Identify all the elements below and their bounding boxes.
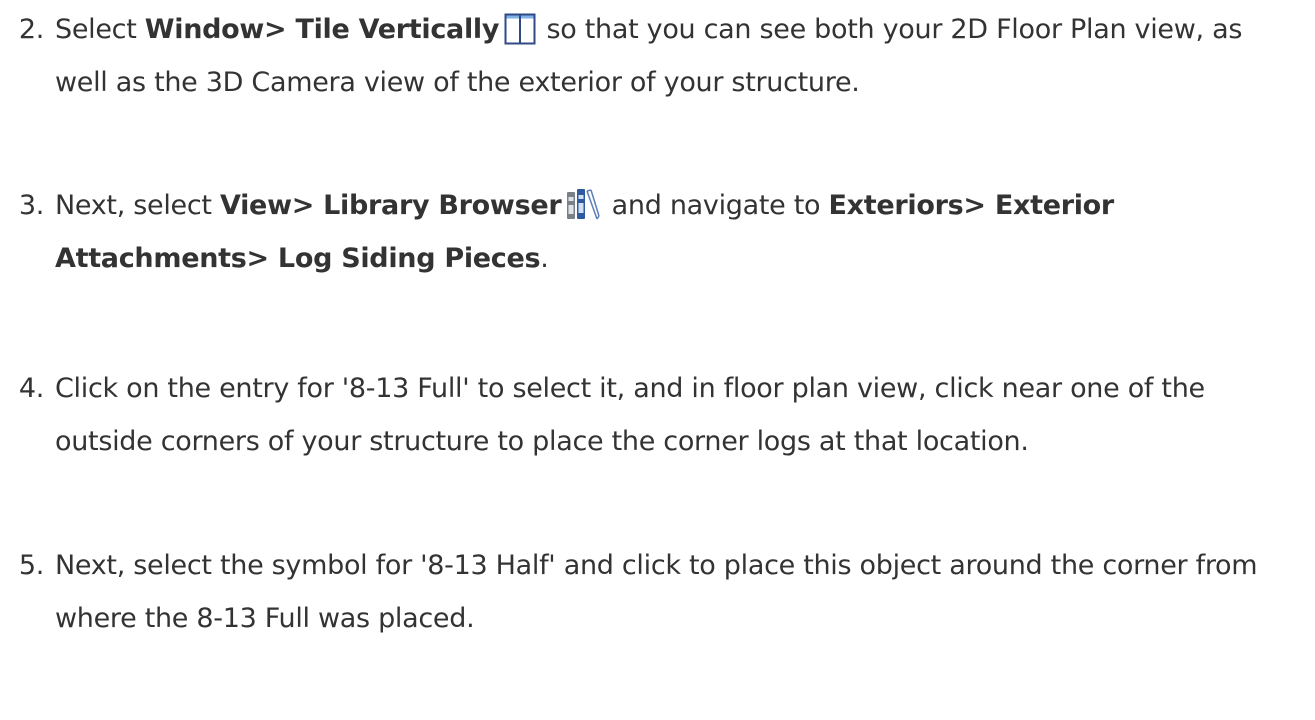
- menu-path-view-library-browser: View> Library Browser: [219, 190, 562, 221]
- step-text: Click on the entry for '8-13 Full' to se…: [55, 373, 1205, 457]
- step-number: 5.: [18, 550, 44, 581]
- step-text: Select Window> Tile Vertically so that y…: [55, 3, 1295, 109]
- step-text-part: Select: [55, 14, 145, 45]
- step-text-part: Next, select: [55, 190, 220, 221]
- step-text: Next, select View> Library Browser and n…: [55, 179, 1295, 285]
- step-number: 3.: [18, 190, 44, 221]
- step-number: 4.: [18, 373, 44, 404]
- tile-vertically-icon: [504, 13, 536, 45]
- step-text: Next, select the symbol for '8-13 Half' …: [55, 550, 1258, 634]
- step-text-part: .: [540, 243, 549, 274]
- step-text-part: and navigate to: [603, 190, 829, 221]
- step-number: 2.: [18, 14, 44, 45]
- library-browser-icon: [567, 189, 601, 220]
- menu-path-window-tile-vertically: Window> Tile Vertically: [144, 14, 500, 45]
